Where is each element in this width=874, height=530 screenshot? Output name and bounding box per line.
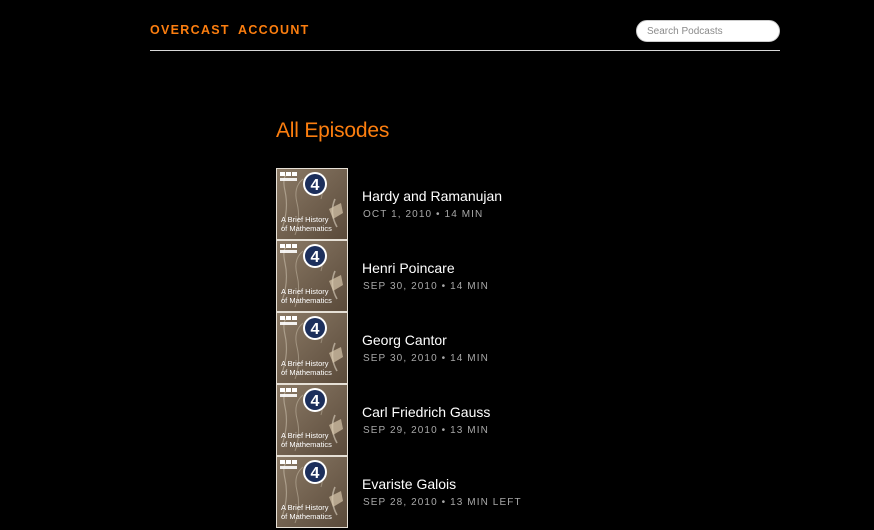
nav-overcast-link[interactable]: OVERCAST [150, 23, 230, 37]
page-title: All Episodes [276, 119, 390, 142]
artwork-channel-number: 4 [311, 321, 320, 338]
episode-title[interactable]: Hardy and Ramanujan [362, 188, 502, 204]
bbc-radio-4-artwork: 4 A Brief History of Mathematics [277, 313, 347, 383]
bbc-radio-4-artwork: 4 A Brief History of Mathematics [277, 169, 347, 239]
artwork-channel-number: 4 [311, 465, 320, 482]
bbc-radio-4-artwork: 4 A Brief History of Mathematics [277, 457, 347, 527]
artwork-show-name: A Brief History [281, 287, 329, 296]
episode-title[interactable]: Georg Cantor [362, 332, 447, 348]
episode-meta: SEP 30, 2010 • 14 MIN [363, 353, 489, 364]
episode-artwork[interactable]: 4 A Brief History of Mathematics [276, 456, 348, 528]
artwork-show-name-cont: of Mathematics [281, 440, 332, 449]
episode-artwork[interactable]: 4 A Brief History of Mathematics [276, 312, 348, 384]
episode-list: 4 A Brief History of Mathematics Hardy a… [276, 168, 676, 528]
episode-artwork[interactable]: 4 A Brief History of Mathematics [276, 240, 348, 312]
episode-row[interactable]: 4 A Brief History of Mathematics Henri P… [276, 240, 676, 312]
artwork-show-name: A Brief History [281, 215, 329, 224]
episode-title[interactable]: Evariste Galois [362, 476, 456, 492]
nav-account-link[interactable]: ACCOUNT [238, 23, 310, 37]
artwork-show-name-cont: of Mathematics [281, 224, 332, 233]
artwork-show-name-cont: of Mathematics [281, 296, 332, 305]
episode-row[interactable]: 4 A Brief History of Mathematics Evarist… [276, 456, 676, 528]
artwork-show-name: A Brief History [281, 359, 329, 368]
episode-artwork[interactable]: 4 A Brief History of Mathematics [276, 384, 348, 456]
episode-meta: SEP 30, 2010 • 14 MIN [363, 281, 489, 292]
artwork-show-name: A Brief History [281, 503, 329, 512]
episode-artwork[interactable]: 4 A Brief History of Mathematics [276, 168, 348, 240]
episode-meta: SEP 28, 2010 • 13 MIN LEFT [363, 497, 522, 508]
artwork-channel-number: 4 [311, 393, 320, 410]
artwork-show-name-cont: of Mathematics [281, 368, 332, 377]
episode-row[interactable]: 4 A Brief History of Mathematics Hardy a… [276, 168, 676, 240]
bbc-radio-4-artwork: 4 A Brief History of Mathematics [277, 241, 347, 311]
bbc-radio-4-artwork: 4 A Brief History of Mathematics [277, 385, 347, 455]
episode-row[interactable]: 4 A Brief History of Mathematics Carl Fr… [276, 384, 676, 456]
artwork-channel-number: 4 [311, 177, 320, 194]
artwork-show-name: A Brief History [281, 431, 329, 440]
episode-meta: OCT 1, 2010 • 14 MIN [363, 209, 484, 220]
episode-row[interactable]: 4 A Brief History of Mathematics Georg C… [276, 312, 676, 384]
artwork-show-name-cont: of Mathematics [281, 512, 332, 521]
episode-title[interactable]: Carl Friedrich Gauss [362, 404, 490, 420]
artwork-channel-number: 4 [311, 249, 320, 266]
search-podcasts-input[interactable] [636, 20, 780, 42]
top-nav: OVERCAST ACCOUNT [150, 0, 780, 51]
episode-meta: SEP 29, 2010 • 13 MIN [363, 425, 489, 436]
episode-title[interactable]: Henri Poincare [362, 260, 455, 276]
